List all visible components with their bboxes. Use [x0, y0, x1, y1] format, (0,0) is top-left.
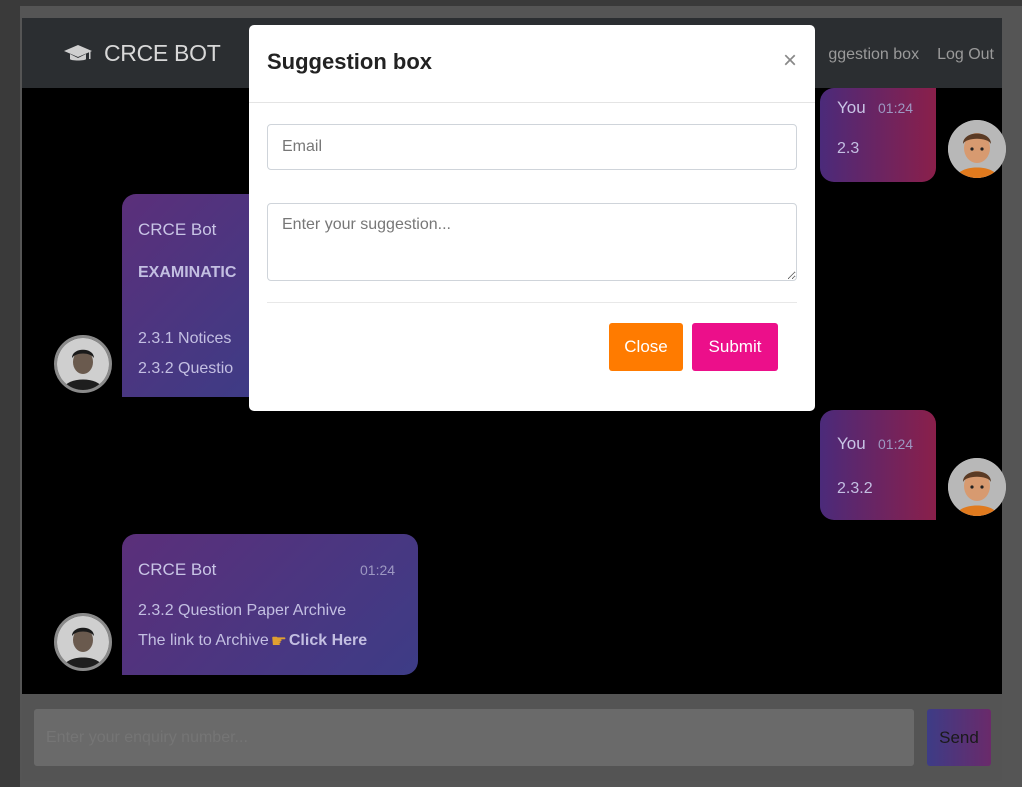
- message-sender: You: [837, 434, 866, 453]
- message-link-line: The link to Archive ☛ Click Here: [138, 626, 367, 656]
- nav-links: ggestion box Log Out: [828, 46, 994, 64]
- bot-avatar-icon: [57, 338, 109, 390]
- chat-message-bot: CRCE Bot EXAMINATIC 2.3.1 Notices 2.3.2 …: [122, 194, 262, 397]
- message-text: 2.3.2 Question Paper Archive: [138, 602, 347, 619]
- brand-name: CRCE BOT: [104, 40, 221, 66]
- chat-message-bot: CRCE Bot 01:24 2.3.2 Question Paper Arch…: [122, 534, 418, 675]
- message-text: 2.3.2: [837, 480, 873, 497]
- close-button[interactable]: Close: [609, 323, 683, 371]
- nav-link-suggestion-box[interactable]: ggestion box: [828, 46, 919, 64]
- chat-message-user: You 01:24 2.3.2: [820, 410, 936, 520]
- click-here-link[interactable]: Click Here: [289, 626, 367, 656]
- bot-avatar-icon: [57, 616, 109, 668]
- suggestion-field[interactable]: [267, 203, 797, 281]
- brand[interactable]: CRCE BOT: [64, 40, 221, 67]
- message-sender: CRCE Bot: [138, 560, 217, 579]
- bot-avatar: [54, 613, 112, 671]
- modal-header: Suggestion box ×: [249, 25, 815, 103]
- message-sender: You: [837, 98, 866, 117]
- message-text: The link to Archive: [138, 632, 269, 649]
- message-text: 2.3: [837, 140, 860, 157]
- nav-link-log-out[interactable]: Log Out: [937, 46, 994, 64]
- close-icon[interactable]: ×: [783, 47, 797, 75]
- chat-input-bar: Send: [22, 694, 1002, 781]
- modal-divider: [267, 302, 797, 303]
- modal-title: Suggestion box: [267, 49, 432, 74]
- message-sender: CRCE Bot: [138, 220, 217, 239]
- bot-avatar: [54, 335, 112, 393]
- user-avatar-icon: [948, 120, 1006, 178]
- enquiry-input[interactable]: [34, 709, 914, 766]
- message-text: EXAMINATIC: [138, 264, 237, 281]
- message-time: 01:24: [360, 562, 396, 578]
- send-button[interactable]: Send: [927, 709, 991, 766]
- suggestion-modal: Suggestion box × Close Submit: [249, 25, 815, 411]
- chat-message-user: You 01:24 2.3: [820, 88, 936, 182]
- graduation-cap-icon: [64, 44, 92, 60]
- message-time: 01:24: [878, 436, 914, 452]
- user-avatar: [948, 120, 1006, 178]
- message-time: 01:24: [878, 100, 914, 116]
- user-avatar-icon: [948, 458, 1006, 516]
- user-avatar: [948, 458, 1006, 516]
- message-text: 2.3.2 Questio: [138, 360, 234, 377]
- pointing-hand-icon: ☛: [270, 631, 287, 651]
- email-field[interactable]: [267, 124, 797, 170]
- submit-button[interactable]: Submit: [692, 323, 778, 371]
- message-text: 2.3.1 Notices: [138, 330, 232, 347]
